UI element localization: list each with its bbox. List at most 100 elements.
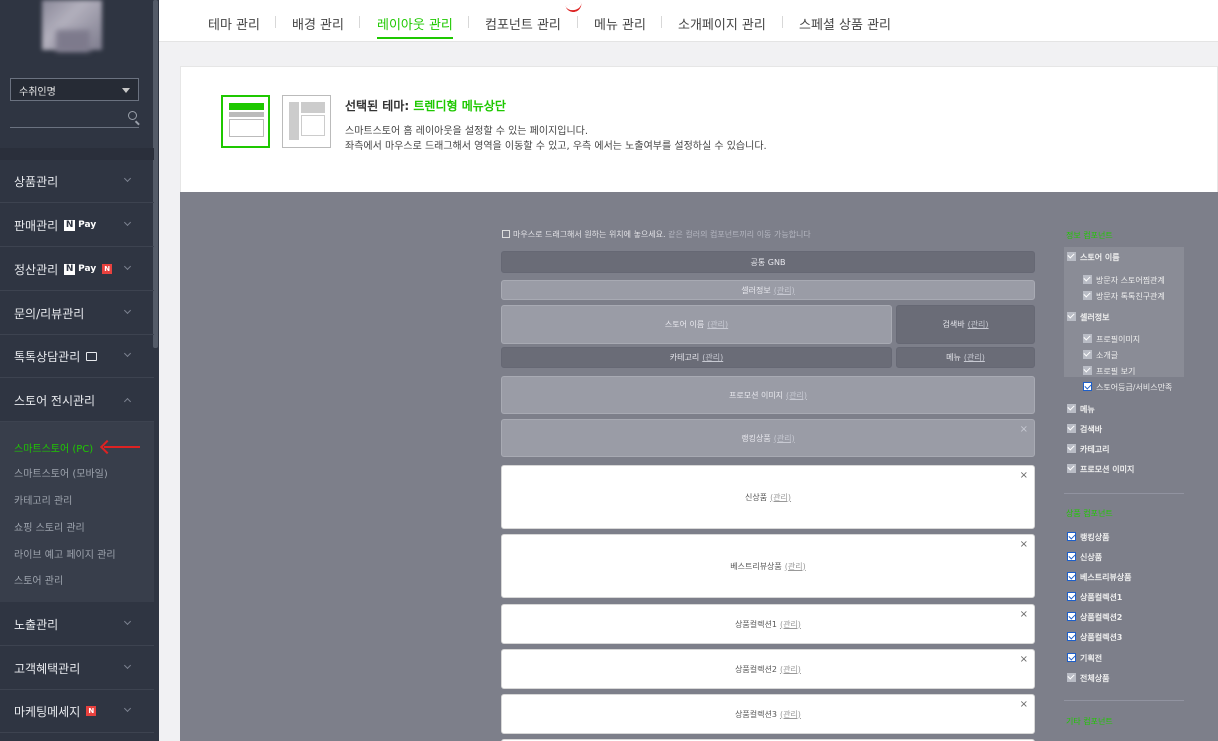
checkbox-promo[interactable]: 프로모션 이미지: [1067, 464, 1134, 475]
sidebar-item-label: 스토어 전시관리: [14, 393, 96, 408]
edit-link[interactable]: (관리): [780, 709, 801, 720]
submenu-item-category[interactable]: 카테고리 관리: [14, 492, 72, 507]
checkbox-exhibition[interactable]: 기획전: [1067, 653, 1102, 664]
edit-link[interactable]: (관리): [785, 561, 806, 572]
tab-menu[interactable]: 메뉴 관리: [594, 14, 646, 33]
block-ranking-products[interactable]: × 랭킹상품 (관리): [501, 419, 1035, 457]
tab-theme[interactable]: 테마 관리: [208, 14, 260, 33]
checkbox-icon: [1067, 592, 1076, 601]
block-promotion-image[interactable]: 프로모션 이미지 (관리): [501, 376, 1035, 414]
sidebar-item-benefit[interactable]: 고객혜택관리: [0, 647, 154, 690]
close-icon[interactable]: ×: [1020, 424, 1028, 435]
checkbox-seller-sub[interactable]: 스토어등급/서비스만족: [1083, 382, 1172, 393]
edit-link[interactable]: (관리): [786, 390, 807, 401]
checkbox-best[interactable]: 베스트리뷰상품: [1067, 572, 1132, 583]
checkbox-label: 메뉴: [1080, 405, 1095, 414]
right-panel-heading: 정보 컴포넌트: [1066, 231, 1113, 240]
tab-intro[interactable]: 소개페이지 관리: [678, 14, 766, 33]
theme-thumbnail[interactable]: [282, 95, 331, 148]
checkbox-new[interactable]: 신상품: [1067, 552, 1102, 563]
checkbox-search[interactable]: 검색바: [1067, 424, 1102, 435]
edit-link[interactable]: (관리): [774, 433, 795, 444]
close-icon[interactable]: ×: [1020, 699, 1028, 710]
block-search-bar[interactable]: 검색바 (관리): [896, 305, 1035, 344]
sidebar-item-sales[interactable]: 판매관리 N Pay: [0, 204, 154, 247]
search-icon[interactable]: [128, 111, 137, 120]
close-icon[interactable]: ×: [1020, 609, 1028, 620]
checkbox-all-products[interactable]: 전체상품: [1067, 673, 1109, 684]
close-icon[interactable]: ×: [1020, 654, 1028, 665]
block-label: 랭킹상품: [741, 433, 771, 443]
chevron-down-icon: [123, 617, 132, 626]
search-type-select[interactable]: 수취인명: [10, 78, 139, 101]
submenu-item-store[interactable]: 스토어 관리: [14, 572, 63, 587]
tab-separator: [577, 16, 578, 28]
checkbox-seller-info[interactable]: 셀러정보: [1067, 312, 1109, 323]
cursor-icon: [502, 230, 510, 238]
theme-thumbnail-selected[interactable]: [221, 95, 270, 148]
sidebar-item-inquiry[interactable]: 문의/리뷰관리: [0, 292, 154, 335]
edit-link[interactable]: (관리): [702, 352, 723, 363]
checkbox-ranking[interactable]: 랭킹상품: [1067, 532, 1109, 543]
checkbox-category[interactable]: 카테고리: [1067, 444, 1109, 455]
edit-link[interactable]: (관리): [770, 492, 791, 503]
checkbox-col2[interactable]: 상품컬렉션2: [1067, 612, 1122, 623]
sidebar: 수취인명 상품관리 판매관리 N Pay 정산관리 N Pay N 문의/리뷰관리 톡톡상…: [0, 0, 159, 741]
sidebar-item-marketing[interactable]: 마케팅메세지 N: [0, 690, 154, 733]
sidebar-item-label: 정산관리: [14, 262, 59, 277]
sidebar-item-label: 상품관리: [14, 174, 59, 189]
annotation-mark: [565, 2, 583, 14]
submenu-item-smartstore-mobile[interactable]: 스마트스토어 (모바일): [14, 465, 108, 480]
edit-link[interactable]: (관리): [780, 664, 801, 675]
checkbox-seller-sub[interactable]: 소개글: [1083, 350, 1118, 361]
sidebar-item-talktalk[interactable]: 톡톡상담관리: [0, 335, 154, 378]
checkbox-menu[interactable]: 메뉴: [1067, 404, 1095, 415]
checkbox-label: 상품컬렉션3: [1080, 633, 1123, 642]
checkbox-seller-sub[interactable]: 프로필이미지: [1083, 334, 1140, 345]
block-menu[interactable]: 메뉴 (관리): [896, 347, 1035, 368]
checkbox-col1[interactable]: 상품컬렉션1: [1067, 592, 1122, 603]
checkbox-store-sub[interactable]: 방문자 스토어찜관계: [1083, 275, 1165, 286]
edit-link[interactable]: (관리): [964, 352, 985, 363]
block-seller-info[interactable]: 셀러정보 (관리): [501, 280, 1035, 300]
edit-link[interactable]: (관리): [707, 319, 728, 330]
submenu-item-live[interactable]: 라이브 예고 페이지 관리: [14, 546, 116, 561]
chevron-down-icon: [123, 349, 132, 358]
block-gnb[interactable]: 공통 GNB: [501, 251, 1035, 273]
sidebar-item-settlement[interactable]: 정산관리 N Pay N: [0, 248, 154, 291]
submenu-item-smartstore-pc[interactable]: 스마트스토어 (PC): [14, 440, 93, 455]
block-collection-3[interactable]: × 상품컬렉션3 (관리): [501, 694, 1035, 734]
checkbox-icon: [1083, 366, 1092, 375]
tab-component[interactable]: 컴포넌트 관리: [485, 14, 561, 33]
sidebar-item-store-display[interactable]: 스토어 전시관리: [0, 379, 154, 422]
checkbox-icon: [1067, 673, 1076, 682]
sidebar-item-product[interactable]: 상품관리: [0, 160, 154, 203]
checkbox-seller-sub[interactable]: 프로필 보기: [1083, 366, 1135, 377]
block-best-review-products[interactable]: × 베스트리뷰상품 (관리): [501, 534, 1035, 598]
edit-link[interactable]: (관리): [968, 319, 989, 330]
close-icon[interactable]: ×: [1020, 539, 1028, 550]
close-icon[interactable]: ×: [1020, 470, 1028, 481]
tab-background[interactable]: 배경 관리: [292, 14, 344, 33]
block-label: 메뉴: [946, 353, 961, 362]
block-store-name[interactable]: 스토어 이름 (관리): [501, 305, 892, 344]
checkbox-store-sub[interactable]: 방문자 톡톡친구관계: [1083, 291, 1165, 302]
sidebar-item-exposure[interactable]: 노출관리: [0, 603, 154, 646]
checkbox-col3[interactable]: 상품컬렉션3: [1067, 632, 1122, 643]
tab-separator: [782, 16, 783, 28]
checkbox-icon: [1067, 424, 1076, 433]
block-category[interactable]: 카테고리 (관리): [501, 347, 892, 368]
checkbox-store-name[interactable]: 스토어 이름: [1067, 252, 1120, 263]
chevron-down-icon: [123, 306, 132, 315]
block-new-products[interactable]: × 신상품 (관리): [501, 465, 1035, 529]
submenu-item-story[interactable]: 쇼핑 스토리 관리: [14, 519, 85, 534]
block-collection-2[interactable]: × 상품컬렉션2 (관리): [501, 649, 1035, 689]
block-collection-1[interactable]: × 상품컬렉션1 (관리): [501, 604, 1035, 644]
edit-link[interactable]: (관리): [774, 285, 795, 296]
edit-link[interactable]: (관리): [780, 619, 801, 630]
tab-layout[interactable]: 레이아웃 관리: [377, 14, 453, 39]
tab-special[interactable]: 스페셜 상품 관리: [799, 14, 891, 33]
drag-hint-main: 마우스로 드래그해서 원하는 위치에 놓으세요.: [513, 230, 666, 239]
sidebar-search-input[interactable]: [10, 106, 139, 128]
checkbox-label: 랭킹상품: [1080, 533, 1110, 542]
